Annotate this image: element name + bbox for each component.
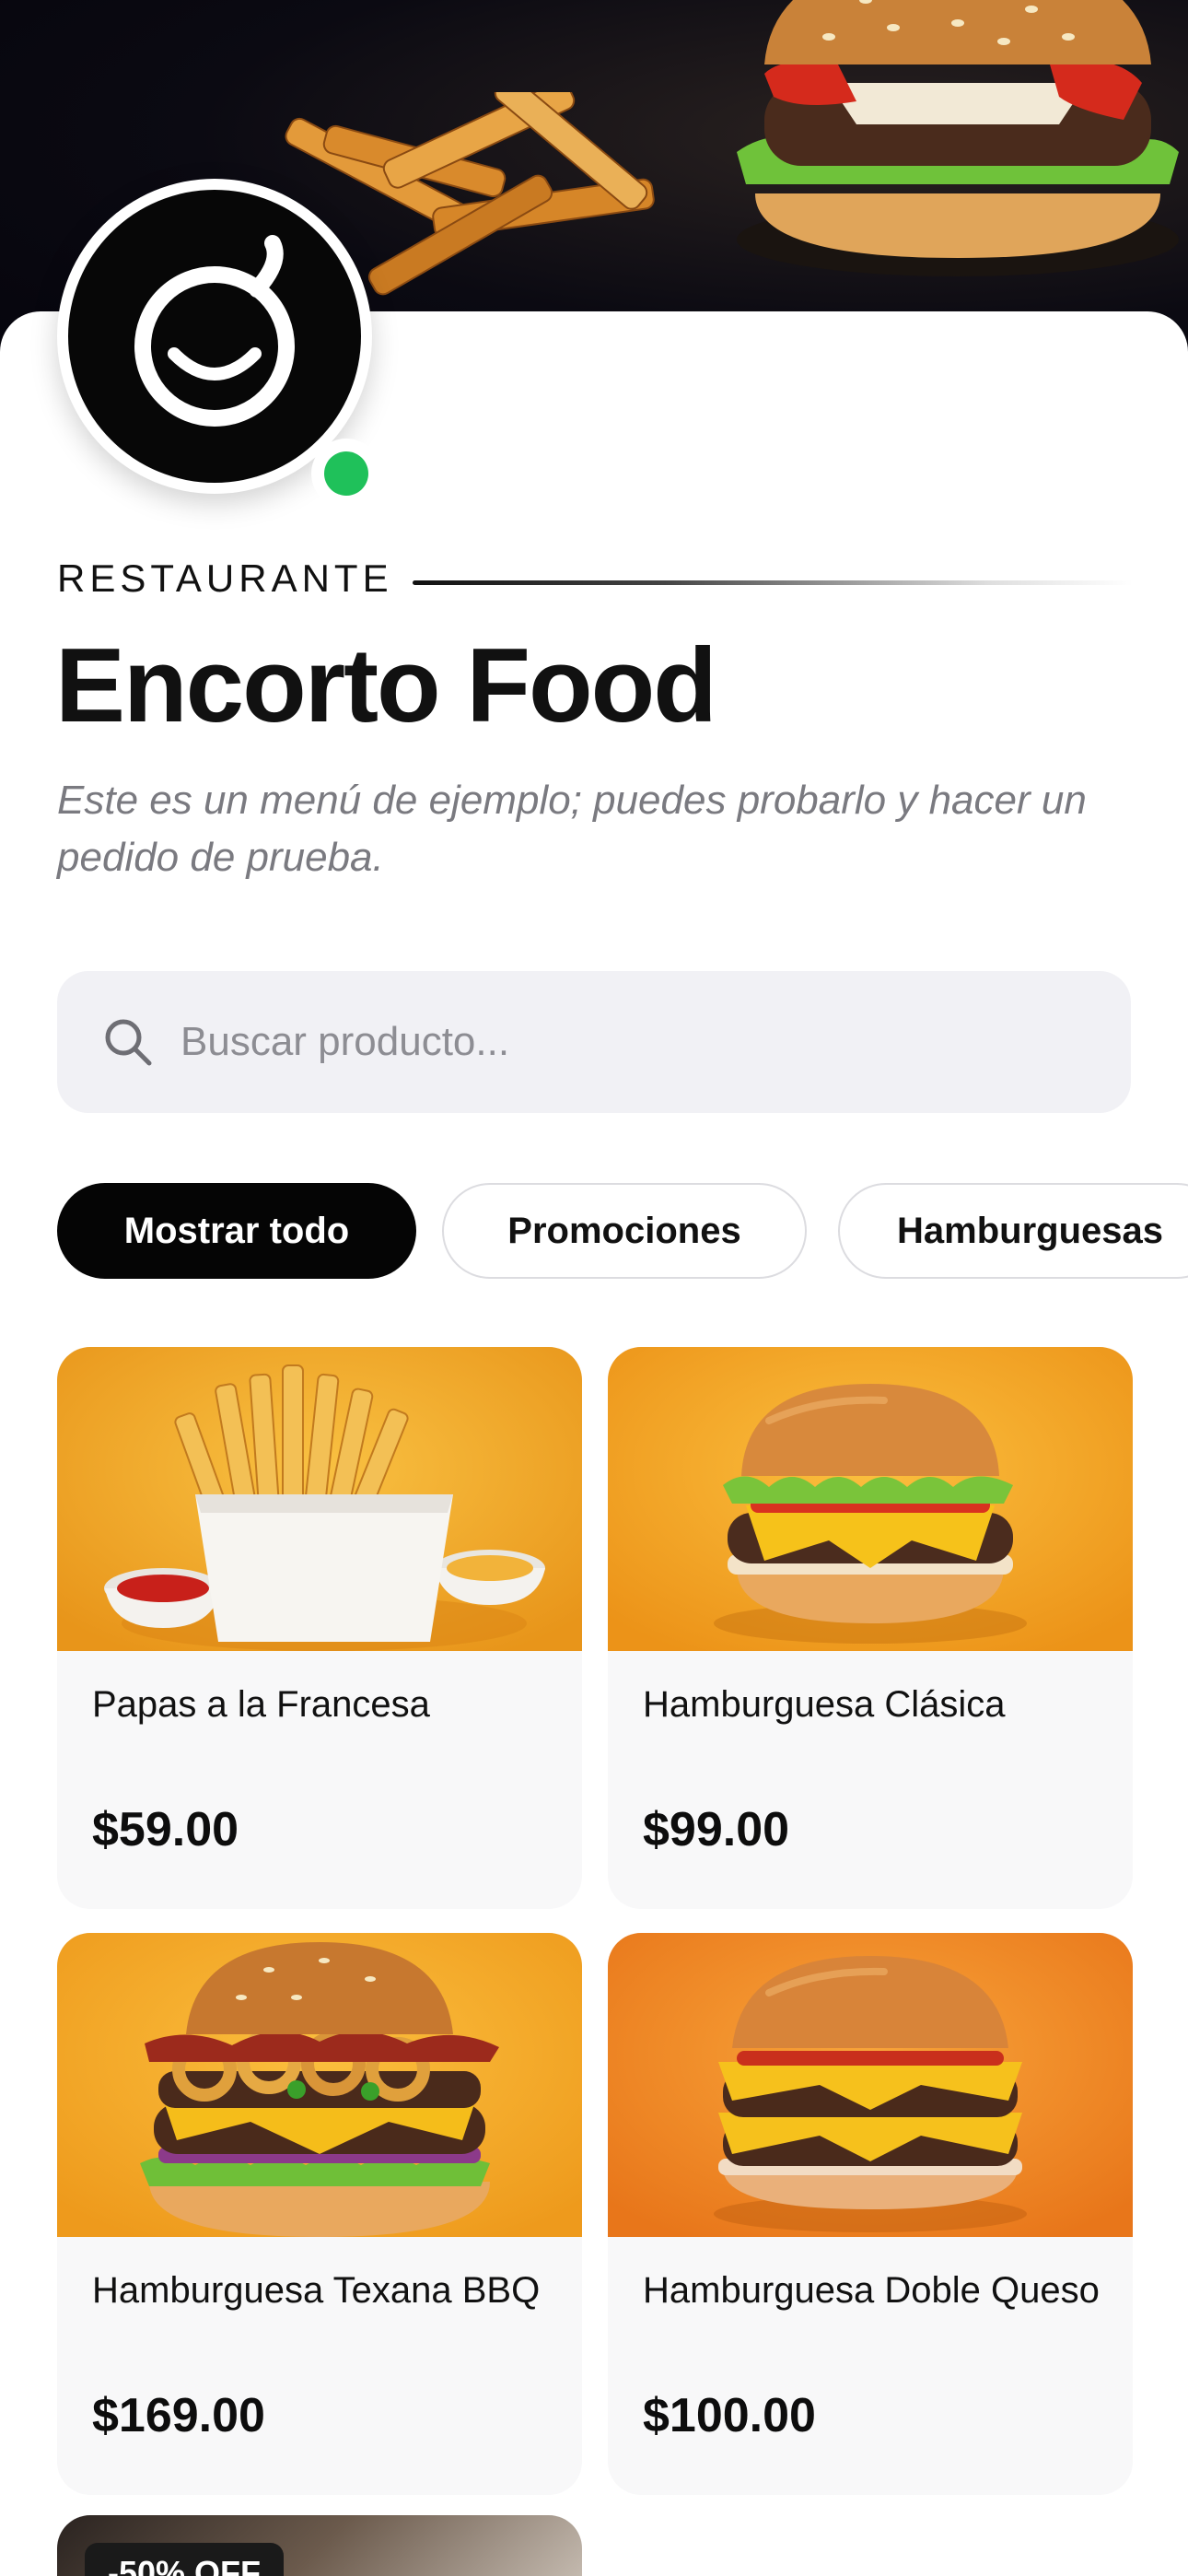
product-card[interactable]: Hamburguesa Texana BBQ $169.00 [57,1933,582,2495]
product-card[interactable]: Hamburguesa Clásica $99.00 [608,1347,1133,1909]
hero-burger-image [737,0,1179,276]
product-card[interactable]: Hamburguesa Doble Queso $100.00 [608,1933,1133,2495]
restaurant-logo [57,179,381,509]
promo-product-card[interactable]: -50% OFF [57,2515,582,2576]
category-divider [413,580,1133,585]
bbq-burger-image [57,1933,582,2237]
filter-chip-burgers[interactable]: Hamburguesas [838,1183,1188,1279]
search-icon [105,1019,152,1066]
search-bar[interactable] [57,971,1131,1113]
classic-burger-image [608,1347,1133,1651]
product-price: $99.00 [643,1803,790,1856]
product-card[interactable]: Papas a la Francesa $59.00 [57,1347,582,1909]
restaurant-description: Este es un menú de ejemplo; puedes proba… [57,778,1087,880]
filter-chip-all[interactable]: Mostrar todo [57,1183,416,1279]
search-input[interactable] [181,999,1101,1085]
product-name: Hamburguesa Clásica [643,1684,1006,1725]
restaurant-category: RESTAURANTE [57,556,393,600]
discount-badge: -50% OFF [85,2543,284,2576]
logo-smiley-icon [68,190,361,483]
fries-image [57,1347,582,1651]
product-price: $59.00 [92,1803,239,1856]
filter-chip-promotions[interactable]: Promociones [442,1183,807,1279]
restaurant-name: Encorto Food [55,627,717,744]
double-cheese-burger-image [608,1933,1133,2237]
product-name: Papas a la Francesa [92,1684,430,1725]
product-price: $100.00 [643,2389,816,2442]
product-name: Hamburguesa Texana BBQ [92,2270,541,2311]
online-status-indicator [311,439,381,509]
product-price: $169.00 [92,2389,265,2442]
product-name: Hamburguesa Doble Queso [643,2270,1100,2311]
